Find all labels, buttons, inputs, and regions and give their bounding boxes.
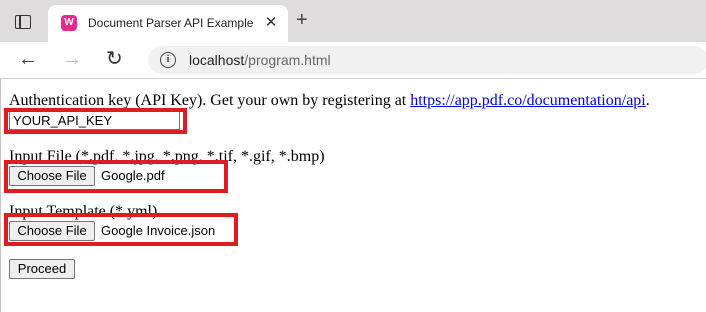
highlight-template-file: [4, 213, 238, 246]
close-icon[interactable]: ✕: [262, 14, 280, 32]
tab-actions-icon[interactable]: [15, 15, 31, 29]
url-text[interactable]: localhost/program.html: [189, 52, 331, 68]
back-icon[interactable]: ←: [18, 49, 38, 69]
browser-toolbar: ← → ↻ i localhost/program.html: [0, 42, 706, 79]
new-tab-icon[interactable]: +: [296, 10, 308, 30]
forward-icon[interactable]: →: [62, 49, 82, 69]
url-host: localhost: [189, 52, 245, 68]
auth-label-text: Authentication key (API Key). Get your o…: [9, 92, 411, 109]
highlight-api-key: [4, 108, 187, 134]
address-bar[interactable]: i localhost/program.html: [148, 46, 706, 74]
browser-tab[interactable]: W Document Parser API Example ✕: [48, 5, 288, 42]
registration-link[interactable]: https://app.pdf.co/documentation/api: [410, 92, 646, 109]
webapp-favicon-icon: W: [61, 15, 77, 31]
info-icon[interactable]: i: [160, 52, 176, 68]
tab-strip: W Document Parser API Example ✕ +: [0, 0, 706, 42]
highlight-input-file: [4, 160, 228, 193]
tab-title: Document Parser API Example: [88, 16, 254, 30]
reload-icon[interactable]: ↻: [106, 49, 123, 69]
proceed-button[interactable]: Proceed: [9, 259, 75, 279]
url-path: /program.html: [244, 52, 331, 68]
auth-label-suffix: .: [645, 92, 650, 109]
